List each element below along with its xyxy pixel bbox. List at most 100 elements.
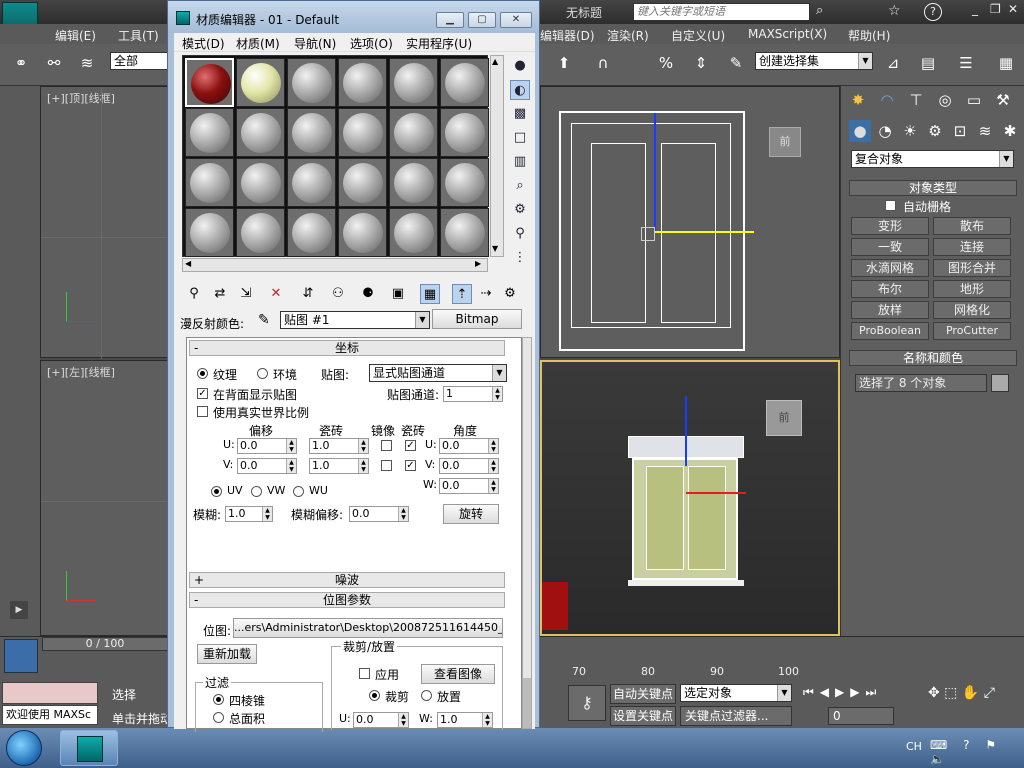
edit-named-selection-icon[interactable]: ✎	[725, 52, 747, 74]
uv-radio[interactable]	[211, 486, 222, 497]
material-sample-slot[interactable]	[338, 58, 387, 107]
make-preview-icon[interactable]: ⌕	[510, 176, 530, 196]
show-map-on-back-checkbox[interactable]: ✓	[197, 388, 208, 399]
v-angle-spinner[interactable]: 0.0 ▲ ▼	[439, 458, 499, 474]
key-mode-dropdown[interactable]: 选定对象 ▼	[680, 684, 792, 702]
object-name-field[interactable]: 选择了 8 个对象	[855, 374, 987, 392]
spinner-arrows-icon[interactable]: ▲ ▼	[398, 713, 408, 727]
viewport-left[interactable]: [+][左][线框]	[40, 360, 169, 636]
key-filters-button[interactable]: 关键点过滤器...	[680, 706, 792, 726]
unlink-icon[interactable]: ⚯	[43, 52, 65, 74]
scroll-right-icon[interactable]: ▶	[475, 259, 481, 268]
rollout-scrollbar[interactable]	[522, 337, 532, 729]
helpers-icon[interactable]: ⊡	[949, 120, 971, 142]
window-restore-button[interactable]: ❐	[990, 2, 1006, 20]
get-material-icon[interactable]: ⚲	[184, 284, 204, 304]
spinner-arrows-icon[interactable]: ▲ ▼	[492, 387, 502, 401]
menu-modes[interactable]: 模式(D)	[182, 35, 225, 52]
modify-tab-icon[interactable]: ◠	[876, 89, 898, 111]
u-tiling-spinner[interactable]: 1.0 ▲ ▼	[309, 438, 369, 454]
taskbar-3dsmax[interactable]	[60, 730, 118, 766]
boolean-button[interactable]: 布尔	[851, 280, 929, 298]
material-sample-slot[interactable]	[440, 108, 489, 157]
summed-area-radio[interactable]	[213, 712, 224, 723]
geometry-icon[interactable]: ●	[849, 120, 871, 142]
display-tab-icon[interactable]: ▭	[963, 89, 985, 111]
menu-maxscript[interactable]: MAXScript(X)	[748, 27, 827, 41]
language-indicator[interactable]: CH	[906, 740, 922, 753]
menu-edit[interactable]: 编辑(E)	[55, 27, 96, 44]
material-options-icon[interactable]: ⚙	[500, 284, 520, 304]
pyramidal-radio[interactable]	[213, 694, 224, 705]
real-world-scale-checkbox[interactable]	[197, 406, 208, 417]
u-mirror-checkbox[interactable]	[381, 440, 392, 451]
material-sample-slot[interactable]	[185, 158, 234, 207]
layer-manager-icon[interactable]: ☰	[955, 52, 977, 74]
close-button[interactable]: ✕	[500, 12, 532, 28]
v-mirror-checkbox[interactable]	[381, 460, 392, 471]
material-sample-slot[interactable]	[389, 208, 438, 257]
texture-radio[interactable]	[197, 368, 208, 379]
view-image-button[interactable]: 查看图像	[421, 664, 495, 684]
expand-arrow-icon[interactable]: ▶	[10, 601, 28, 619]
material-sample-slot[interactable]	[287, 208, 336, 257]
viewport-layout-icon[interactable]	[4, 639, 38, 673]
selection-filter-dropdown[interactable]: 全部	[110, 52, 168, 70]
auto-grid-checkbox[interactable]	[885, 200, 896, 211]
spinner-arrows-icon[interactable]: ▲ ▼	[286, 439, 296, 453]
start-button[interactable]	[6, 730, 42, 766]
create-tab-icon[interactable]: ✸	[847, 89, 869, 111]
crop-radio[interactable]	[369, 690, 380, 701]
search-input[interactable]: 键入关键字或短语	[633, 3, 810, 21]
graphite-tools-icon[interactable]: ▦	[995, 52, 1017, 74]
material-sample-slot[interactable]	[287, 108, 336, 157]
material-sample-slot[interactable]	[185, 108, 234, 157]
menu-material[interactable]: 材质(M)	[236, 35, 280, 52]
spinner-arrows-icon[interactable]: ▲ ▼	[398, 507, 408, 521]
menu-editors[interactable]: 编辑器(D)	[540, 27, 595, 44]
procutter-button[interactable]: ProCutter	[933, 322, 1011, 340]
go-forward-sibling-icon[interactable]: ⇢	[476, 284, 496, 304]
motion-tab-icon[interactable]: ◎	[934, 89, 956, 111]
show-end-result-icon[interactable]: ▦	[420, 284, 440, 304]
maxscript-listener-pink[interactable]	[2, 682, 98, 704]
material-sample-slot[interactable]	[440, 58, 489, 107]
make-unique-icon[interactable]: ⇵	[298, 284, 318, 304]
assign-to-selection-icon[interactable]: ⇲	[236, 284, 256, 304]
uv-tiling-icon[interactable]: □	[510, 128, 530, 148]
auto-key-button[interactable]: 自动关键点	[610, 684, 676, 704]
terrain-button[interactable]: 地形	[933, 280, 1011, 298]
bitmap-path-button[interactable]: ...ers\Administrator\Desktop\20087251161…	[233, 618, 503, 638]
name-color-rollout-header[interactable]: 名称和颜色	[849, 350, 1017, 366]
v-tiling-spinner[interactable]: 1.0 ▲ ▼	[309, 458, 369, 474]
material-sample-slot[interactable]	[236, 158, 285, 207]
angle-snap-icon[interactable]: ∩	[592, 52, 614, 74]
viewcube[interactable]: 前	[769, 127, 801, 157]
material-sample-slot[interactable]	[236, 58, 285, 107]
loft-button[interactable]: 放样	[851, 301, 929, 319]
connect-button[interactable]: 连接	[933, 238, 1011, 256]
binoculars-icon[interactable]: ⌕	[816, 3, 834, 21]
named-selection-dropdown[interactable]: 创建选择集 ▼	[755, 52, 873, 70]
hierarchy-tab-icon[interactable]: ⊤	[905, 89, 927, 111]
viewcube[interactable]: 前	[766, 400, 802, 436]
bind-spacewarp-icon[interactable]: ≋	[76, 52, 98, 74]
material-sample-slot[interactable]	[440, 158, 489, 207]
maxscript-prompt[interactable]: 欢迎使用 MAXSc	[2, 705, 98, 725]
spinner-arrows-icon[interactable]: ▲ ▼	[488, 459, 498, 473]
spinner-arrows-icon[interactable]: ▲ ▼	[358, 459, 368, 473]
material-sample-slot[interactable]	[236, 208, 285, 257]
mapping-dropdown[interactable]: 显式贴图通道 ▼	[369, 364, 507, 382]
object-color-swatch[interactable]	[991, 374, 1009, 392]
systems-icon[interactable]: ✱	[999, 120, 1021, 142]
background-icon[interactable]: ▩	[510, 104, 530, 124]
render-setup-icon[interactable]: ⬆	[553, 52, 575, 74]
spacewarps-icon[interactable]: ≋	[974, 120, 996, 142]
sample-type-icon[interactable]: ●	[510, 56, 530, 76]
menu-help[interactable]: 帮助(H)	[848, 27, 890, 44]
wu-radio[interactable]	[293, 486, 304, 497]
scroll-down-icon[interactable]: ▼	[492, 244, 498, 253]
proboolean-button[interactable]: ProBoolean	[851, 322, 929, 340]
material-sample-slot[interactable]	[287, 58, 336, 107]
u-offset-spinner[interactable]: 0.0 ▲ ▼	[237, 438, 297, 454]
